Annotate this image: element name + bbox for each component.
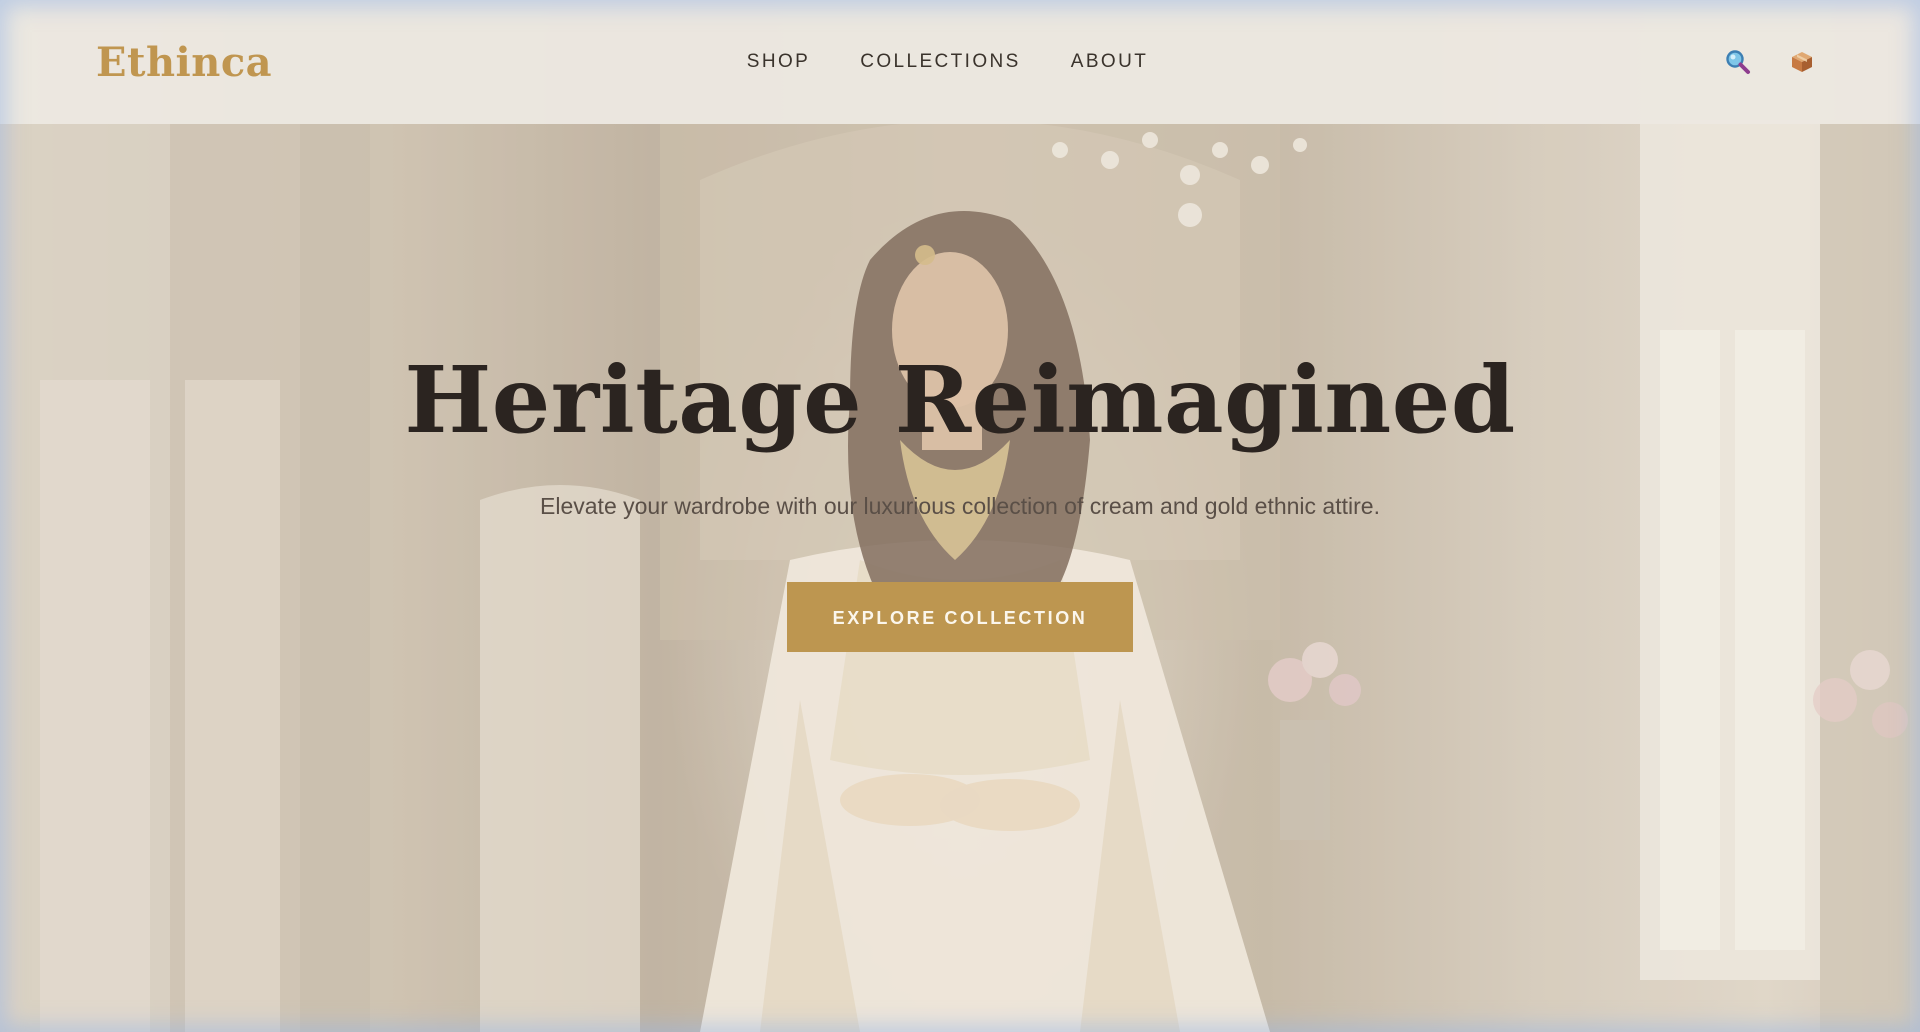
main-nav: SHOP COLLECTIONS ABOUT (0, 0, 1920, 124)
brand-logo[interactable]: Ethinca (96, 39, 272, 86)
hero-section: Heritage Reimagined Elevate your wardrob… (0, 346, 1920, 653)
hero-title: Heritage Reimagined (404, 346, 1516, 454)
nav-link-collections[interactable]: COLLECTIONS (860, 51, 1021, 73)
cart-button[interactable] (1788, 48, 1816, 76)
nav-link-about[interactable]: ABOUT (1071, 51, 1148, 73)
search-button[interactable] (1724, 48, 1752, 76)
nav-link-shop[interactable]: SHOP (747, 51, 810, 73)
hero-subtitle: Elevate your wardrobe with our luxurious… (540, 493, 1380, 520)
site-header: Ethinca SHOP COLLECTIONS ABOUT (0, 0, 1920, 124)
search-icon (1726, 50, 1750, 74)
page: Ethinca SHOP COLLECTIONS ABOUT Heritage … (0, 0, 1920, 1032)
package-icon (1792, 52, 1812, 72)
explore-collection-button[interactable]: EXPLORE COLLECTION (787, 582, 1133, 653)
header-actions (1724, 48, 1816, 76)
